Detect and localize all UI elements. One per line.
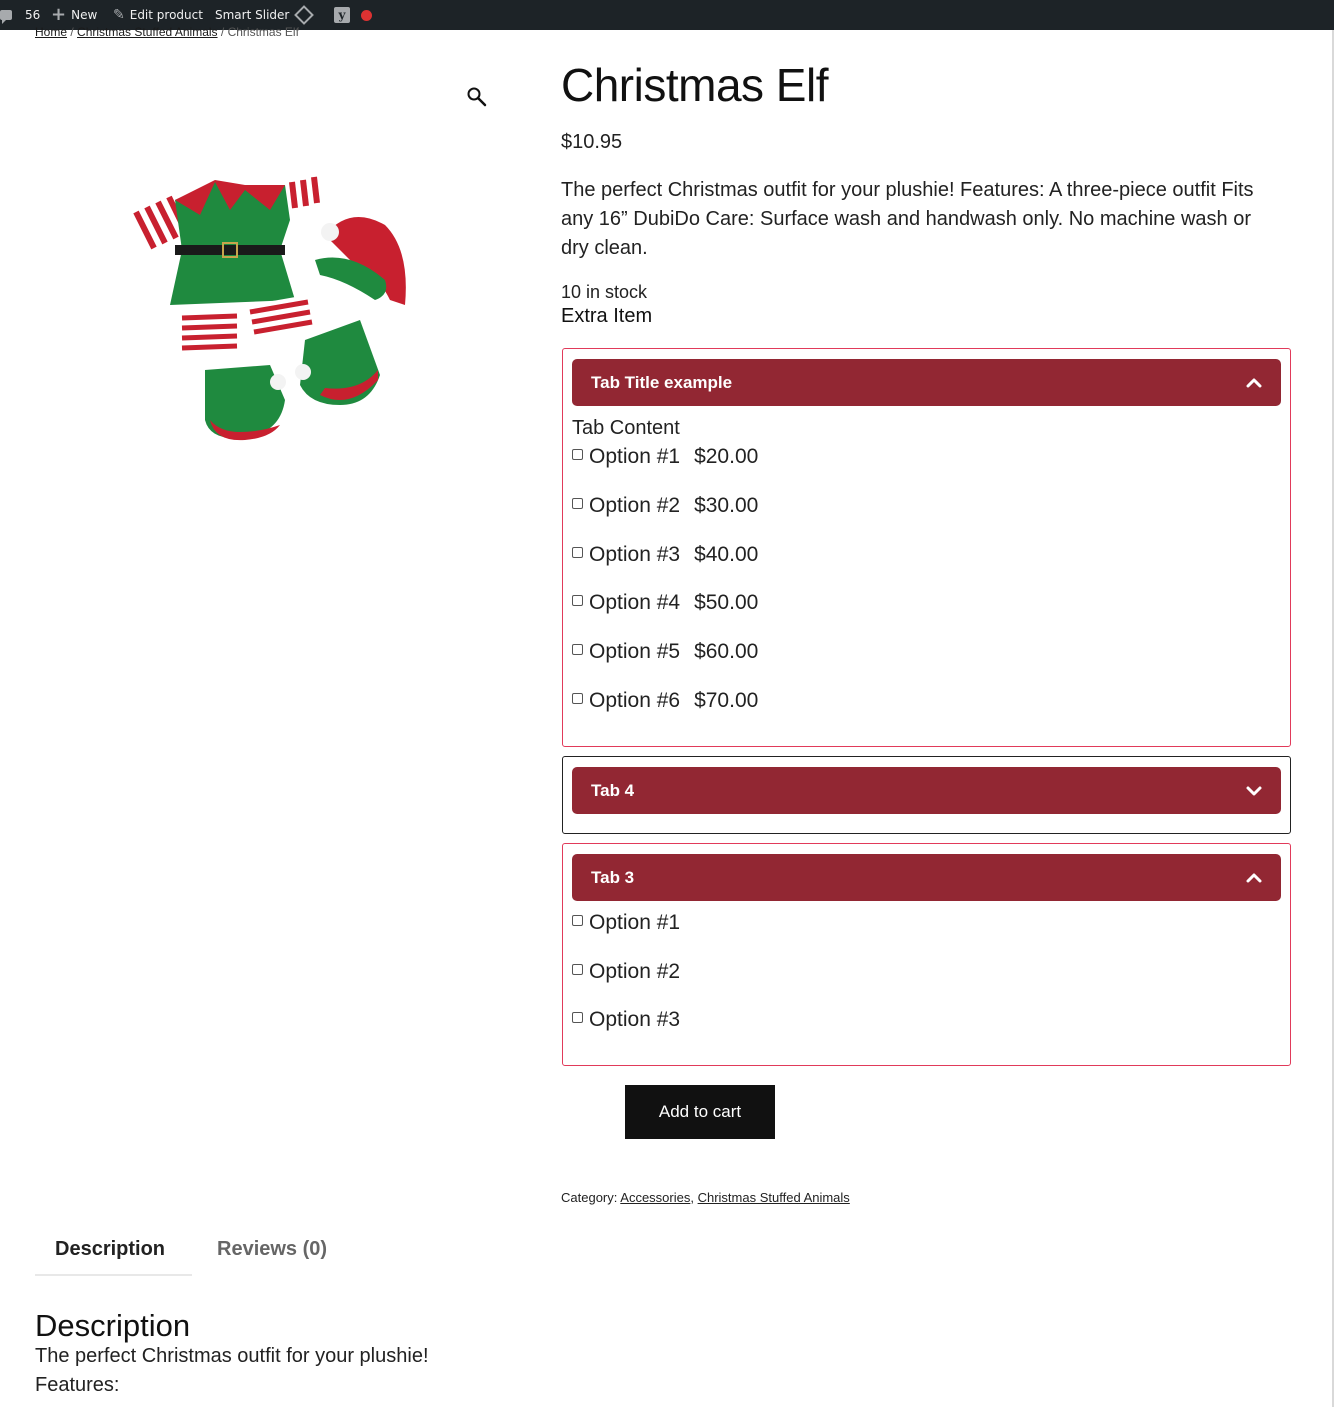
breadcrumb: Home / Christmas Stuffed Animals / Chris… [35,25,299,39]
option-checkbox[interactable] [572,1011,583,1023]
elf-hat [315,217,406,305]
accordion-title: Tab 4 [591,780,635,800]
accordion-header[interactable]: Tab 4 [572,767,1281,814]
option-price: $70.00 [694,689,759,712]
option-row[interactable]: Option #3 [572,1008,680,1032]
option-checkbox[interactable] [572,546,583,558]
pencil-icon: ✎ [113,7,125,23]
option-price: $20.00 [694,445,759,468]
option-checkbox[interactable] [572,448,583,460]
tab-description[interactable]: Description [55,1238,165,1261]
category-link-accessories[interactable]: Accessories [620,1190,690,1205]
tab-underline [35,1274,192,1276]
chevron-up-icon [1246,378,1262,387]
product-categories: Category: Accessories, Christmas Stuffed… [561,1190,850,1205]
stock-status: 10 in stock [561,282,648,302]
option-label: Option #3 [589,543,681,566]
accordion-title: Tab 3 [591,867,635,887]
option-row[interactable]: Option #3 $40.00 [572,543,758,567]
smart-slider-label: Smart Slider [215,8,290,22]
accordion-tab-3: Tab 3 Option #1 Option #2 Option #3 [562,843,1291,1066]
breadcrumb-separator: / [217,25,228,39]
yoast-icon: y [334,7,350,23]
extra-item-label: Extra Item [561,305,653,327]
elf-shirt [132,175,330,355]
category-link-christmas-stuffed-animals[interactable]: Christmas Stuffed Animals [698,1190,850,1205]
product-price: $10.95 [561,131,623,153]
option-checkbox[interactable] [572,594,583,606]
description-features-label: Features: [35,1374,120,1396]
option-label: Option #1 [589,911,681,934]
accordion-title: Tab Title example [591,372,733,392]
breadcrumb-separator: / [67,25,78,39]
option-label: Option #5 [589,640,681,663]
tab-content-text: Tab Content [572,417,680,439]
diamond-icon [294,5,314,25]
comments-count: 56 [25,8,41,22]
zoom-magnifier-icon[interactable] [466,86,488,108]
option-row[interactable]: Option #2 [572,960,680,984]
breadcrumb-home[interactable]: Home [35,25,67,39]
option-price: $40.00 [694,543,759,566]
option-checkbox[interactable] [572,692,583,704]
status-indicator[interactable] [361,0,372,30]
accordion-header[interactable]: Tab Title example [572,359,1281,406]
option-row[interactable]: Option #1 $20.00 [572,445,758,469]
option-label: Option #2 [589,494,681,517]
add-to-cart-button[interactable]: Add to cart [625,1085,775,1139]
edit-product-label: Edit product [129,8,203,22]
option-price: $30.00 [694,494,759,517]
option-row[interactable]: Option #1 [572,911,680,935]
accordion-tab-title-example: Tab Title example Tab Content Option #1 … [562,348,1291,747]
option-checkbox[interactable] [572,643,583,655]
category-label: Category: [561,1190,618,1205]
option-price: $60.00 [694,640,759,663]
option-label: Option #6 [589,689,681,712]
breadcrumb-category[interactable]: Christmas Stuffed Animals [77,25,218,39]
comment-icon [0,10,12,24]
option-checkbox[interactable] [572,497,583,509]
accordion-body: Option #1 Option #2 Option #3 [572,911,1281,1051]
option-row[interactable]: Option #6 $70.00 [572,689,758,713]
product-image[interactable] [120,160,420,450]
chevron-up-icon [1246,873,1262,882]
option-label: Option #2 [589,960,681,983]
breadcrumb-current: Christmas Elf [227,25,299,39]
accordion-tab-4: Tab 4 [562,756,1291,834]
option-row[interactable]: Option #5 $60.00 [572,640,758,664]
option-label: Option #4 [589,591,681,614]
chevron-down-icon [1246,786,1262,795]
option-label: Option #3 [589,1008,681,1031]
accordion-body: Tab Content Option #1 $20.00 Option #2 $… [572,417,1281,737]
option-checkbox[interactable] [572,963,583,975]
product-short-description: The perfect Christmas outfit for your pl… [561,179,1254,259]
diamond-menu[interactable] [294,0,314,30]
accordion-header[interactable]: Tab 3 [572,854,1281,901]
yoast-menu[interactable]: y [334,0,350,30]
description-text: The perfect Christmas outfit for your pl… [35,1345,429,1367]
red-dot-icon [361,9,372,21]
tab-reviews[interactable]: Reviews (0) [217,1238,327,1261]
plus-icon: + [51,4,67,25]
option-checkbox[interactable] [572,914,583,926]
option-row[interactable]: Option #4 $50.00 [572,591,758,615]
category-separator: , [690,1190,698,1205]
product-title: Christmas Elf [561,59,828,111]
product-tabs: Description Reviews (0) [35,1228,355,1276]
option-label: Option #1 [589,445,681,468]
new-label: New [71,8,98,22]
option-price: $50.00 [694,591,759,614]
description-heading: Description [35,1308,191,1343]
option-row[interactable]: Option #2 $30.00 [572,494,758,518]
